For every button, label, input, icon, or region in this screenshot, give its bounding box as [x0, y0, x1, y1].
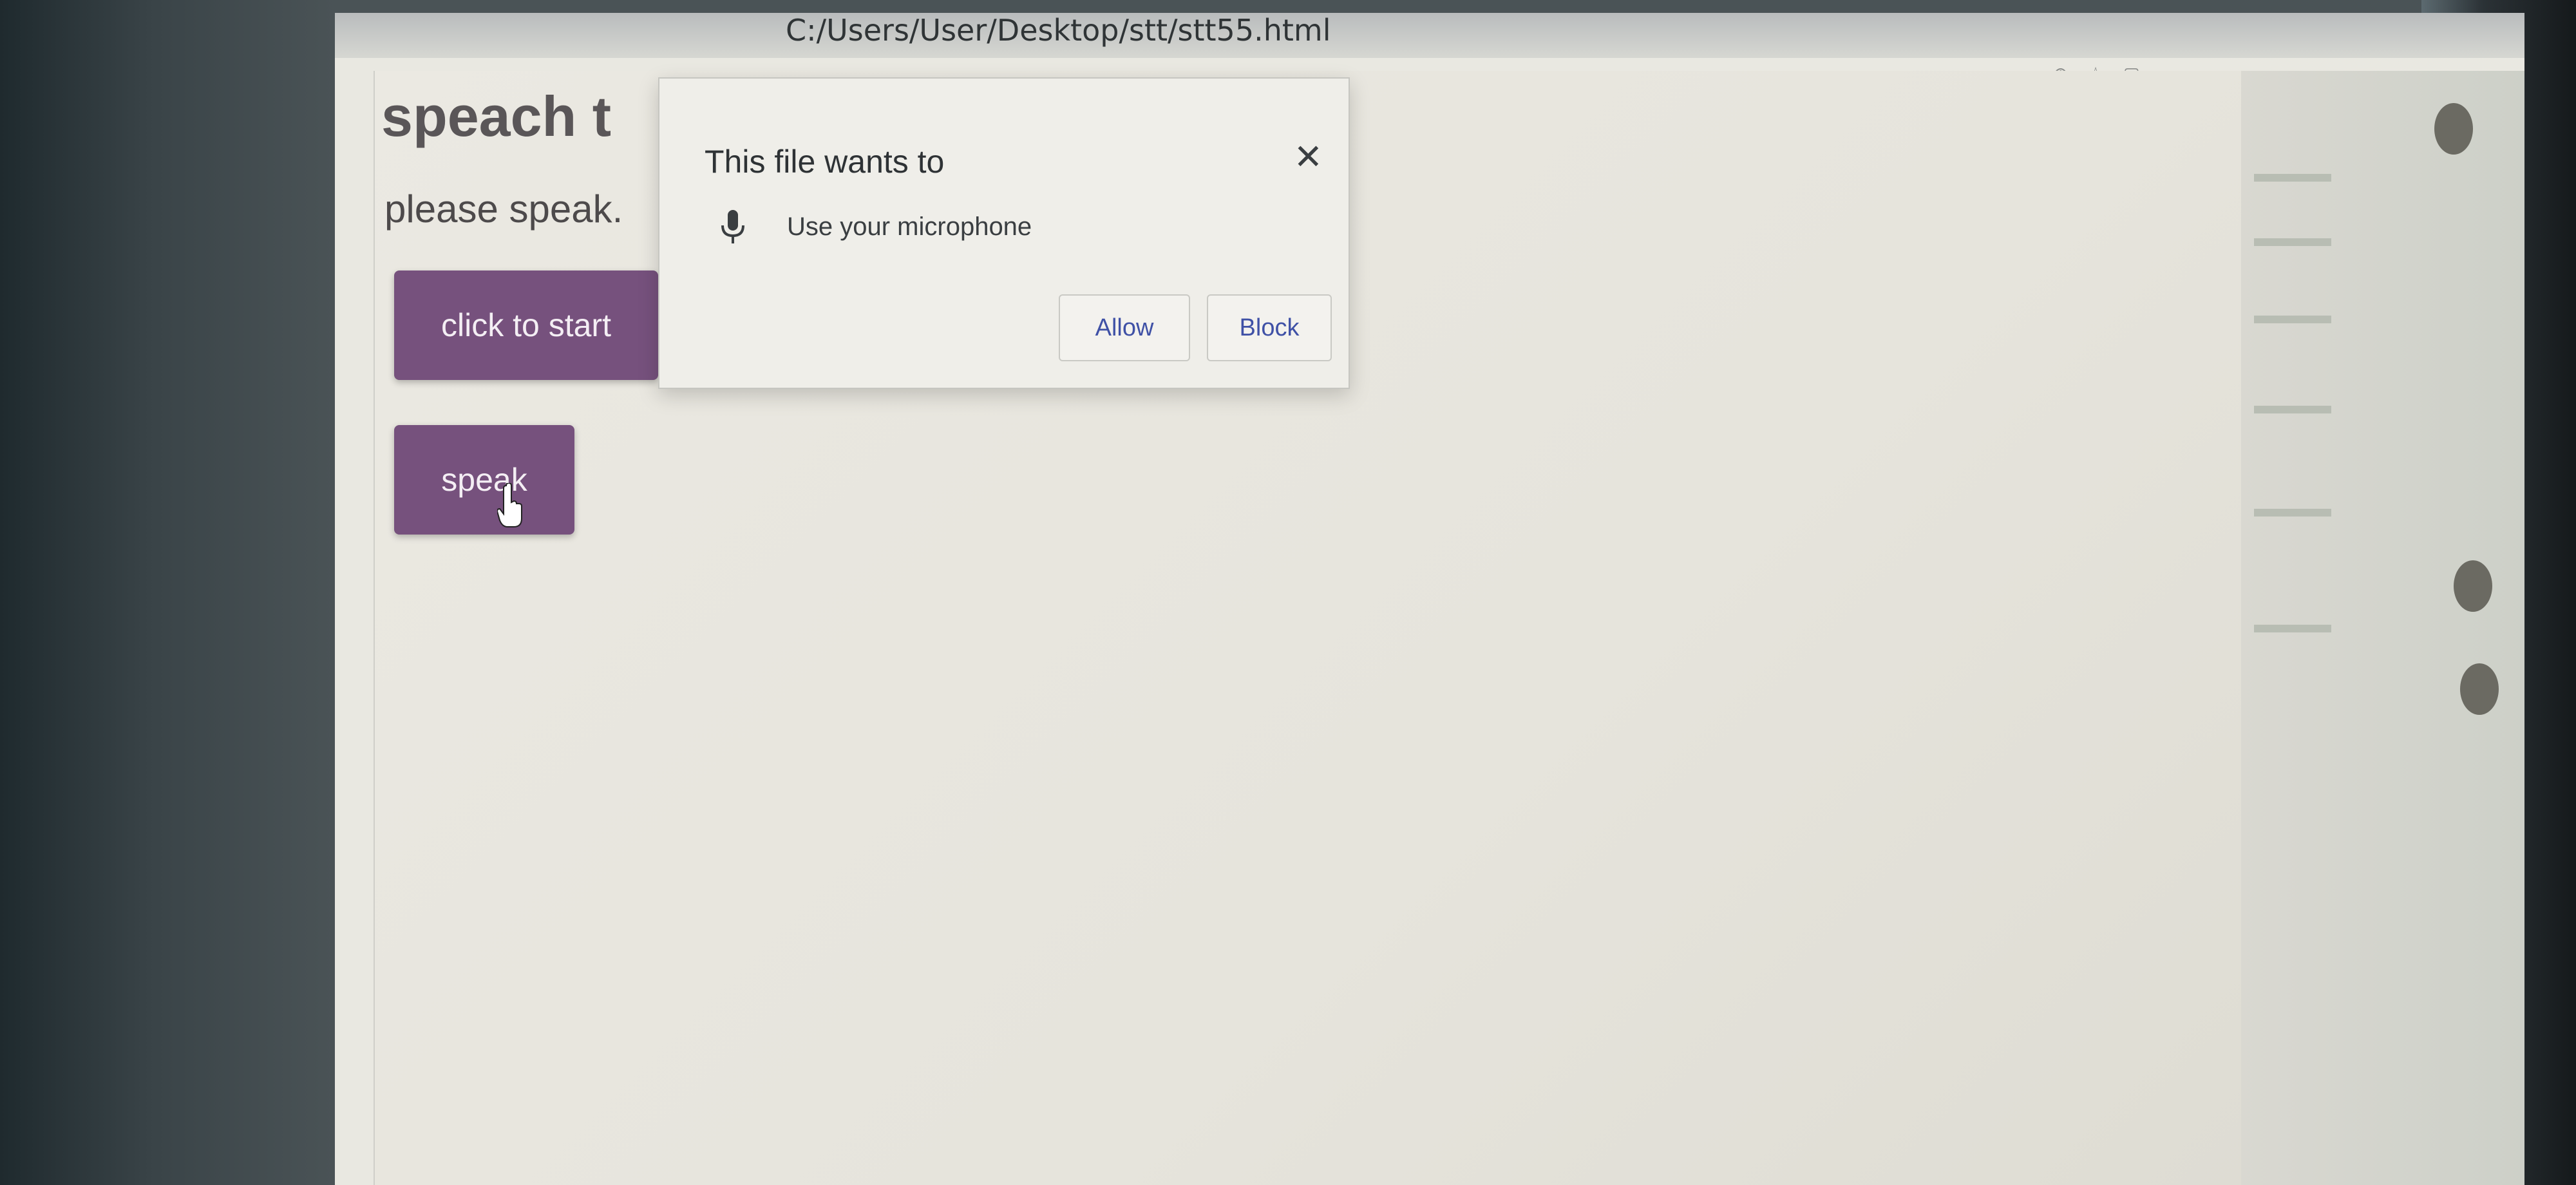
avatar: [2434, 103, 2473, 155]
start-button[interactable]: click to start: [394, 270, 658, 380]
speak-button[interactable]: speak: [394, 425, 574, 535]
side-line: [2254, 406, 2331, 413]
permission-row: Use your microphone: [717, 207, 1032, 246]
prompt-title: This file wants to: [705, 144, 945, 180]
side-line: [2254, 174, 2331, 182]
instruction-text: please speak.: [384, 187, 623, 231]
microphone-icon: [721, 210, 744, 243]
page-content: speach t please speak. click to start sp…: [374, 71, 2242, 1185]
block-button[interactable]: Block: [1207, 294, 1332, 361]
photo-scene: C:/Users/User/Desktop/stt/stt55.html ⊕☆▢…: [0, 0, 2576, 1185]
browser-topbar: C:/Users/User/Desktop/stt/stt55.html: [335, 13, 2524, 58]
page-title: speach t: [381, 84, 612, 148]
side-line: [2254, 625, 2331, 632]
browser-window: C:/Users/User/Desktop/stt/stt55.html ⊕☆▢…: [335, 13, 2524, 1185]
avatar: [2454, 560, 2492, 612]
close-icon[interactable]: ✕: [1294, 137, 1323, 177]
side-line: [2254, 238, 2331, 246]
side-line: [2254, 316, 2331, 323]
allow-button[interactable]: Allow: [1059, 294, 1190, 361]
side-line: [2254, 509, 2331, 517]
avatar: [2460, 663, 2499, 715]
side-panel: [2241, 71, 2524, 1185]
permission-prompt: This file wants to ✕ Use your microphone…: [658, 77, 1350, 389]
hand-cursor-icon: [497, 483, 522, 527]
address-bar[interactable]: C:/Users/User/Desktop/stt/stt55.html: [786, 13, 1331, 48]
permission-text: Use your microphone: [787, 212, 1032, 241]
